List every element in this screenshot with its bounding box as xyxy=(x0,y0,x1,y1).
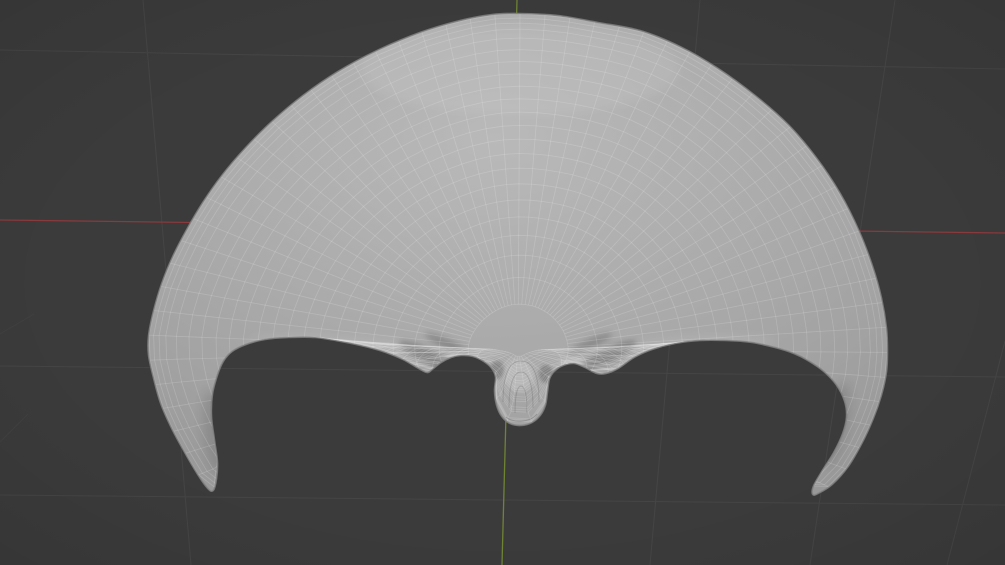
viewport-canvas xyxy=(0,0,1005,565)
viewport-vignette xyxy=(0,0,1005,565)
viewport-3d[interactable] xyxy=(0,0,1005,565)
